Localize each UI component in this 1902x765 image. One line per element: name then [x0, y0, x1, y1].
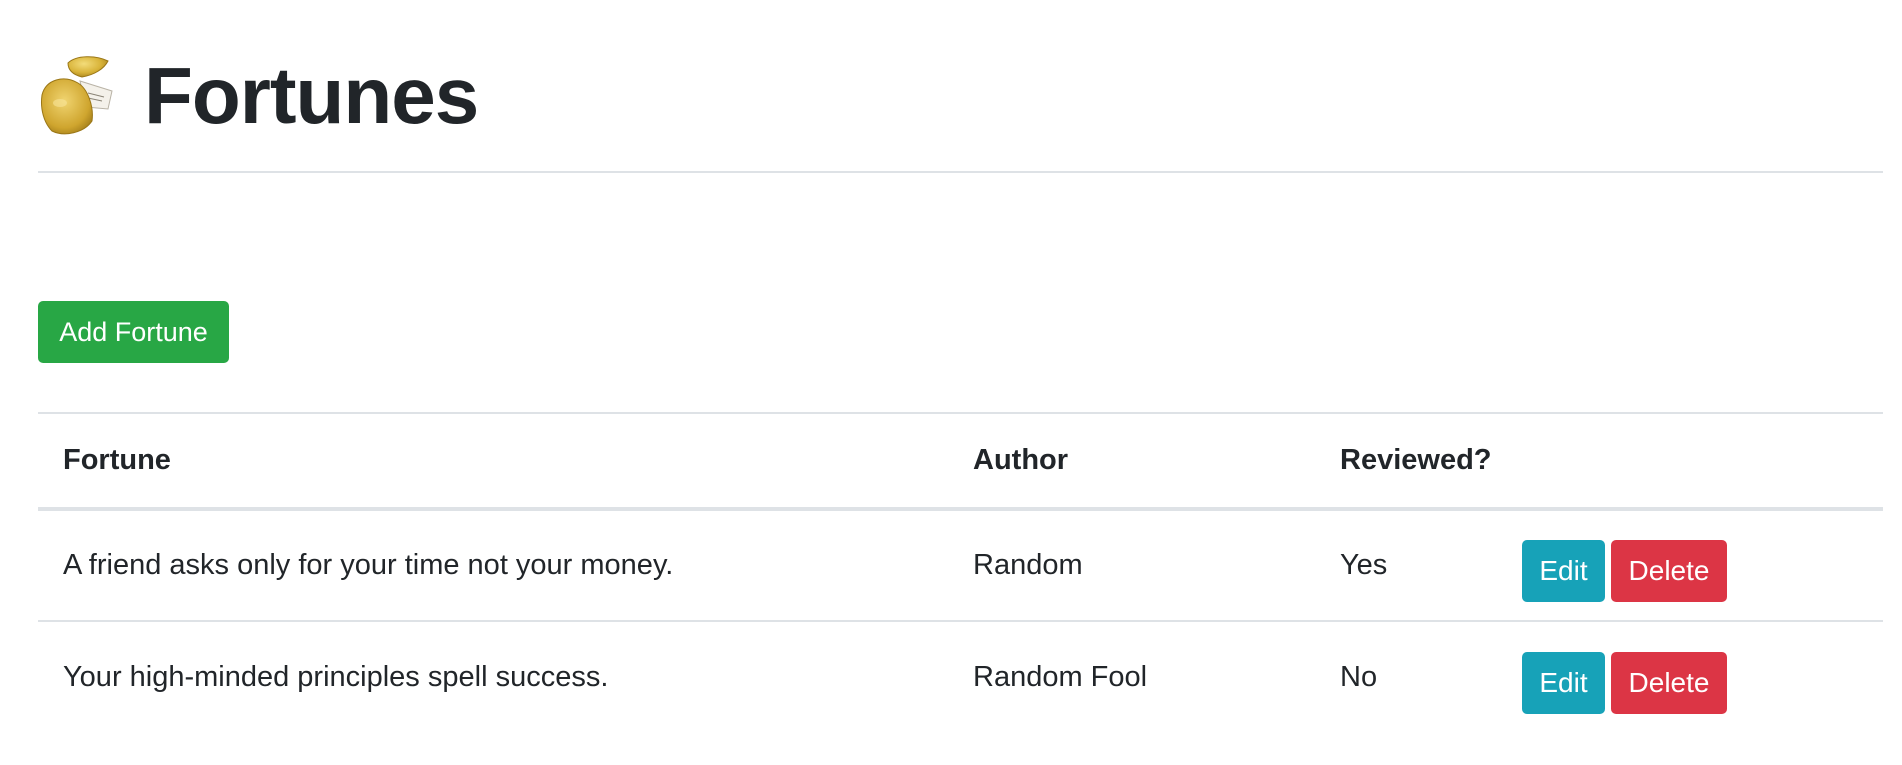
- fortunes-table: Fortune Author Reviewed? A friend asks o…: [38, 412, 1883, 733]
- page-header: Fortunes: [38, 48, 479, 144]
- fortunes-table-wrapper: Fortune Author Reviewed? A friend asks o…: [38, 412, 1883, 733]
- fortune-cell: Your high-minded principles spell succes…: [63, 661, 609, 693]
- column-header-actions: [1522, 412, 1883, 511]
- delete-button[interactable]: Delete: [1611, 539, 1727, 602]
- page-title: Fortunes: [144, 51, 479, 140]
- column-header-reviewed: Reviewed?: [1315, 412, 1522, 511]
- reviewed-cell: Yes: [1315, 509, 1522, 622]
- page: Fortunes Add Fortune Fortune Author Revi…: [0, 0, 1902, 765]
- table-row: A friend asks only for your time not you…: [38, 509, 1883, 622]
- actions-cell: Edit Delete: [1522, 621, 1883, 733]
- add-fortune-button[interactable]: Add Fortune: [38, 301, 229, 363]
- table-header-row: Fortune Author Reviewed?: [38, 412, 1883, 511]
- table-body: A friend asks only for your time not you…: [38, 509, 1883, 733]
- delete-button[interactable]: Delete: [1611, 651, 1727, 714]
- author-cell: Random: [948, 509, 1315, 622]
- column-header-author: Author: [948, 412, 1315, 511]
- fortune-cookie-icon: [41, 56, 113, 135]
- edit-button[interactable]: Edit: [1522, 539, 1605, 602]
- column-header-fortune: Fortune: [38, 412, 948, 511]
- edit-button[interactable]: Edit: [1522, 651, 1605, 714]
- actions-cell: Edit Delete: [1522, 509, 1883, 622]
- reviewed-cell: No: [1340, 661, 1378, 693]
- header-divider: [38, 171, 1883, 173]
- fortune-cell: A friend asks only for your time not you…: [38, 509, 948, 622]
- table-header: Fortune Author Reviewed?: [38, 412, 1883, 511]
- table-row: Your high-minded principles spell succes…: [38, 621, 1883, 733]
- author-cell: Random Fool: [973, 661, 1148, 693]
